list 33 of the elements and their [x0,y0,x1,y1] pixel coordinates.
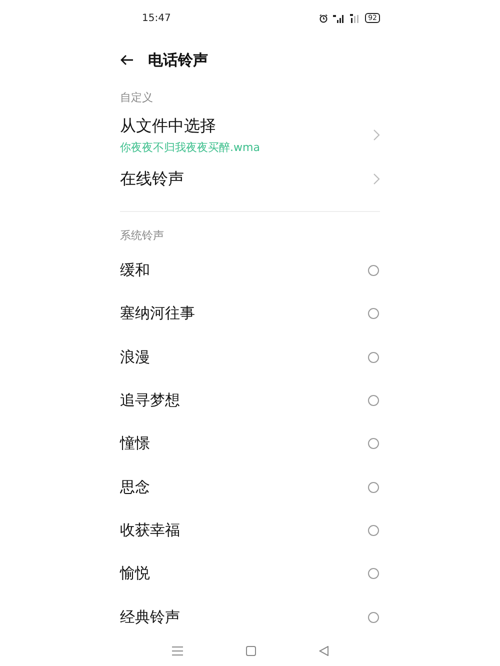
radio-button[interactable] [368,612,379,623]
ringtone-name[interactable]: 愉悦 [120,564,150,584]
ringtone-name[interactable]: 憧憬 [120,434,150,454]
ringtone-source-item[interactable]: 在线铃声 [120,157,380,201]
menu-icon[interactable] [172,646,182,656]
section-header: 系统铃声 [120,228,165,244]
radio-button[interactable] [368,438,379,450]
back-icon[interactable] [120,54,134,66]
chevron-right-icon [373,129,380,141]
radio-button[interactable] [368,395,379,406]
radio-button[interactable] [368,568,379,580]
status-time: 15:47 [142,12,171,24]
ringtone-name[interactable]: 经典铃声 [120,608,180,627]
ringtone-name[interactable]: 浪漫 [120,348,150,367]
radio-button[interactable] [368,524,379,536]
selected-file-name: 你夜夜不归我夜夜买醉.wma [120,140,260,154]
chevron-right-icon [373,173,380,185]
ringtone-source-item[interactable]: 从文件中选择 你夜夜不归我夜夜买醉.wma [120,113,380,157]
alarm-icon [319,14,328,22]
ringtone-name[interactable]: 塞纳河往事 [120,304,195,324]
radio-button[interactable] [368,265,379,276]
radio-button[interactable] [368,308,379,320]
ringtone-name[interactable]: 追寻梦想 [120,391,180,410]
ringtone-name[interactable]: 收获幸福 [120,520,180,540]
section-header: 自定义 [120,90,154,106]
radio-button[interactable] [368,482,379,493]
page-title: 电话铃声 [148,50,208,70]
signal-icon [350,14,360,22]
signal-icon [333,14,346,22]
radio-button[interactable] [368,352,379,363]
ringtone-name[interactable]: 思念 [120,478,150,497]
home-icon[interactable] [246,646,256,656]
ringtone-name[interactable]: 缓和 [120,261,150,280]
